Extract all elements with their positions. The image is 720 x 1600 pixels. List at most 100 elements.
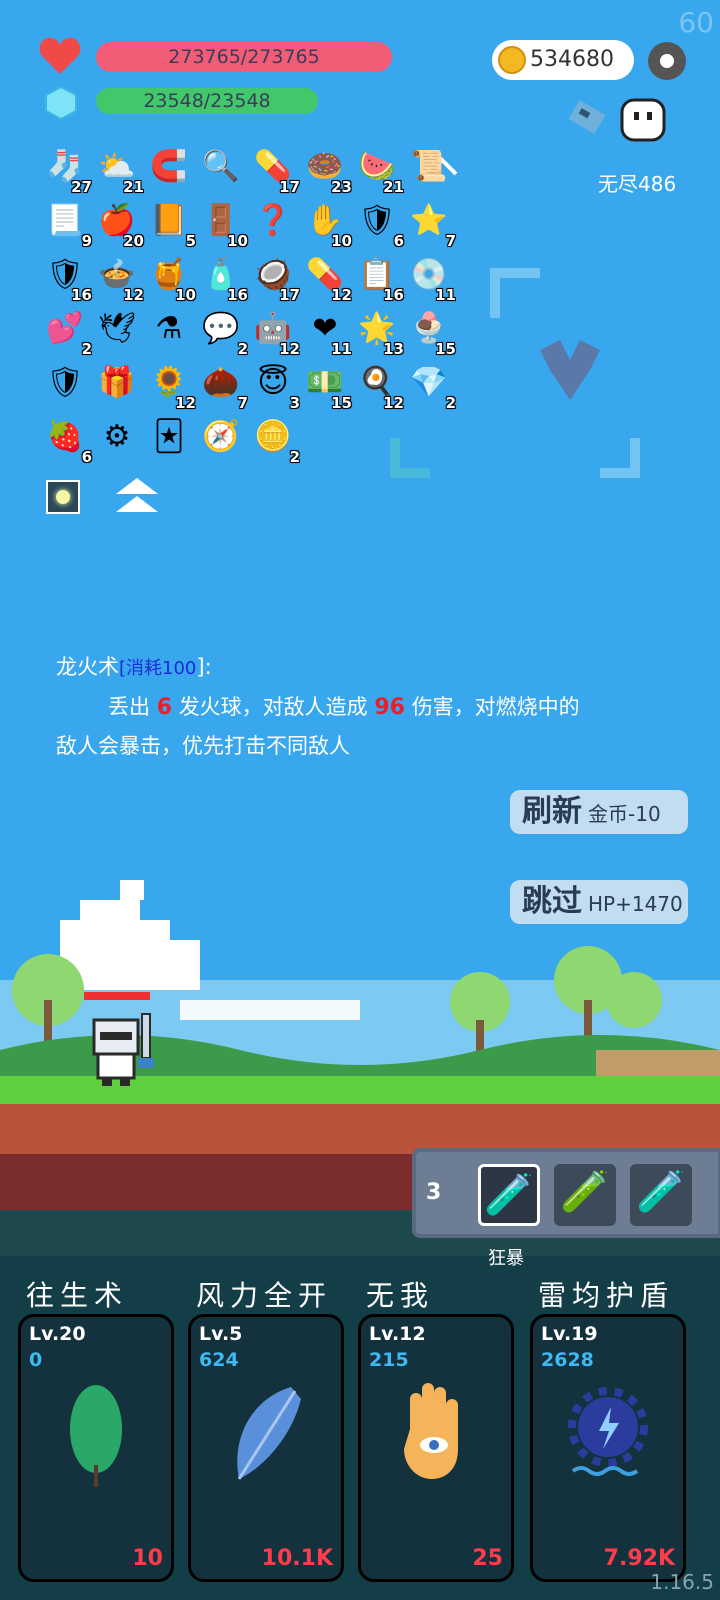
inventory-item-compass[interactable]: 🧭 bbox=[202, 418, 242, 458]
ghost-icon[interactable] bbox=[618, 96, 668, 146]
inventory-item-fried-egg[interactable]: 🍳 12 bbox=[358, 364, 404, 412]
potion-slot-rage[interactable]: 🧪 bbox=[478, 1164, 540, 1226]
item-count: 6 bbox=[81, 448, 92, 466]
inventory-item-capsule[interactable]: 💊 12 bbox=[306, 256, 352, 304]
fire-potion-icon: 🧪 bbox=[636, 1169, 686, 1215]
inventory-item-apple[interactable]: 🍎 20 bbox=[98, 202, 144, 250]
item-count: 15 bbox=[331, 394, 352, 412]
inventory-item-book[interactable]: 📙 5 bbox=[150, 202, 196, 250]
inventory-item-hearts[interactable]: 💕 2 bbox=[46, 310, 92, 358]
inventory-item-speech[interactable]: 💬 2 bbox=[202, 310, 248, 358]
skill-level: Lv.19 bbox=[541, 1323, 598, 1345]
skill-card[interactable]: Lv.19 2628 7.92K bbox=[530, 1314, 686, 1582]
inventory-item-gem-blue[interactable]: 💎 2 bbox=[410, 364, 456, 412]
refresh-button[interactable]: 刷新 金币-10 bbox=[510, 790, 688, 834]
coin-icon bbox=[498, 46, 526, 74]
inventory-item-flask[interactable]: ⚗ bbox=[150, 310, 190, 350]
skill-card[interactable]: Lv.12 215 25 bbox=[358, 1314, 514, 1582]
inventory-item-bottle-blue[interactable]: 🧴 16 bbox=[202, 256, 248, 304]
coin-counter: 534680 bbox=[492, 40, 634, 80]
expand-arrow-icon[interactable] bbox=[114, 476, 160, 516]
item-count: 17 bbox=[279, 178, 300, 196]
sparkle-item-icon[interactable] bbox=[46, 480, 80, 514]
inventory-item-donut[interactable]: 🍩 23 bbox=[306, 148, 352, 196]
inventory-item-door[interactable]: 🚪 10 bbox=[202, 202, 248, 250]
feather-icon bbox=[191, 1379, 341, 1519]
inventory-item-mace[interactable]: ⚙ bbox=[98, 418, 138, 458]
inventory-item-star-card[interactable]: 🌟 13 bbox=[358, 310, 404, 358]
item-count: 10 bbox=[227, 232, 248, 250]
inventory-item-ice-cream[interactable]: 🍨 15 bbox=[410, 310, 456, 358]
inventory-item-shield-gray[interactable]: 🛡 16 bbox=[46, 256, 92, 304]
scroll-icon: 📜 bbox=[410, 149, 448, 184]
magnet-icon: 🧲 bbox=[150, 149, 188, 184]
inventory-item-hook[interactable]: ❓ bbox=[254, 202, 294, 242]
skill-level: Lv.20 bbox=[29, 1323, 86, 1345]
inventory-item-gift-box[interactable]: 🎁 bbox=[98, 364, 138, 404]
settings-gear-icon[interactable] bbox=[648, 42, 686, 80]
inventory-item-magnifier[interactable]: 🔍 bbox=[202, 148, 242, 188]
item-count: 16 bbox=[227, 286, 248, 304]
skill-card[interactable]: Lv.5 624 10.1K bbox=[188, 1314, 344, 1582]
inventory-item-wings[interactable]: 🕊 bbox=[98, 310, 138, 350]
inventory-item-watermelon[interactable]: 🍉 21 bbox=[358, 148, 404, 196]
skill-desc-part1: 丢出 bbox=[108, 695, 150, 719]
potion-slot-fire[interactable]: 🧪 bbox=[630, 1164, 692, 1226]
inventory-item-pill[interactable]: 💊 17 bbox=[254, 148, 300, 196]
skill-card[interactable]: Lv.20 0 10 bbox=[18, 1314, 174, 1582]
skill-description: 龙火术[消耗100]: 丢出 6 发火球，对敌人造成 96 伤害，对燃烧中的 敌… bbox=[56, 648, 676, 765]
inventory-item-flag-nut[interactable]: 🌰 7 bbox=[202, 364, 248, 412]
inventory-item-scroll-blue[interactable]: 📃 9 bbox=[46, 202, 92, 250]
cards-icon: 🃏 bbox=[153, 419, 185, 454]
inventory-item-shield-user[interactable]: 🛡 bbox=[46, 364, 86, 404]
inventory-item-scroll[interactable]: 📜 bbox=[410, 148, 450, 188]
inventory-item-heart[interactable]: ❤ 11 bbox=[306, 310, 352, 358]
map-pin-icon[interactable] bbox=[566, 96, 616, 146]
item-count: 20 bbox=[123, 232, 144, 250]
item-count: 11 bbox=[331, 340, 352, 358]
skill-desc-name: 龙火术 bbox=[56, 655, 119, 679]
magnifier-icon: 🔍 bbox=[202, 149, 240, 184]
eye-hand-icon bbox=[361, 1379, 511, 1519]
coins-icon: 🪙 bbox=[254, 419, 292, 454]
inventory-item-checklist[interactable]: 📋 16 bbox=[358, 256, 404, 304]
inventory-item-hand[interactable]: ✋ 10 bbox=[306, 202, 352, 250]
compass-icon: 🧭 bbox=[202, 419, 240, 454]
item-count: 10 bbox=[175, 286, 196, 304]
inventory-item-sock[interactable]: 🧦 27 bbox=[46, 148, 92, 196]
inventory-item-coconut[interactable]: 🥥 17 bbox=[254, 256, 300, 304]
gift-box-icon: 🎁 bbox=[98, 365, 136, 400]
inventory-item-strawberry[interactable]: 🍓 6 bbox=[46, 418, 92, 466]
inventory-item-cauldron[interactable]: 🍲 12 bbox=[98, 256, 144, 304]
inventory-item-money-heart[interactable]: 💵 15 bbox=[306, 364, 352, 412]
inventory-item-shield-star[interactable]: ⭐ 7 bbox=[410, 202, 456, 250]
inventory-item-cards[interactable]: 🃏 bbox=[150, 418, 190, 458]
inventory-item-magnet[interactable]: 🧲 bbox=[150, 148, 190, 188]
hp-heart-icon bbox=[38, 34, 82, 78]
skill-desc-part2: 发火球，对敌人造成 bbox=[178, 695, 368, 719]
item-count: 13 bbox=[383, 340, 404, 358]
item-count: 2 bbox=[81, 340, 92, 358]
skill-level: Lv.12 bbox=[369, 1323, 426, 1345]
item-count: 2 bbox=[237, 340, 248, 358]
inventory-item-coins[interactable]: 🪙 2 bbox=[254, 418, 300, 466]
inventory-item-jam-jar[interactable]: 🍯 10 bbox=[150, 256, 196, 304]
knight-hero[interactable] bbox=[84, 1010, 164, 1090]
skill-upgrade-cost: 7.92K bbox=[603, 1546, 675, 1571]
potion-label: 狂暴 bbox=[488, 1248, 524, 1269]
inventory-item-shield-red[interactable]: 🛡 6 bbox=[358, 202, 404, 250]
potion-slot-pink[interactable]: 🧪 bbox=[554, 1164, 616, 1226]
inventory-item-robot[interactable]: 🤖 12 bbox=[254, 310, 300, 358]
enemy-silhouette bbox=[530, 340, 610, 410]
inventory-item-sunflower[interactable]: 🌻 12 bbox=[150, 364, 196, 412]
potion-panel: 3 🧪 🧪 🧪 bbox=[412, 1148, 720, 1238]
item-count: 15 bbox=[435, 340, 456, 358]
inventory-item-sun-cloud[interactable]: ⛅ 21 bbox=[98, 148, 144, 196]
skill-name: 往生术 bbox=[26, 1279, 129, 1312]
wings-icon: 🕊 bbox=[98, 311, 137, 346]
inventory-item-disc[interactable]: 💿 11 bbox=[410, 256, 456, 304]
inventory-item-halo[interactable]: 😇 3 bbox=[254, 364, 300, 412]
mp-bar: 23548/23548 bbox=[96, 88, 318, 114]
strawberry-icon: 🍓 bbox=[46, 419, 84, 454]
lightning-gear-icon bbox=[533, 1379, 683, 1519]
